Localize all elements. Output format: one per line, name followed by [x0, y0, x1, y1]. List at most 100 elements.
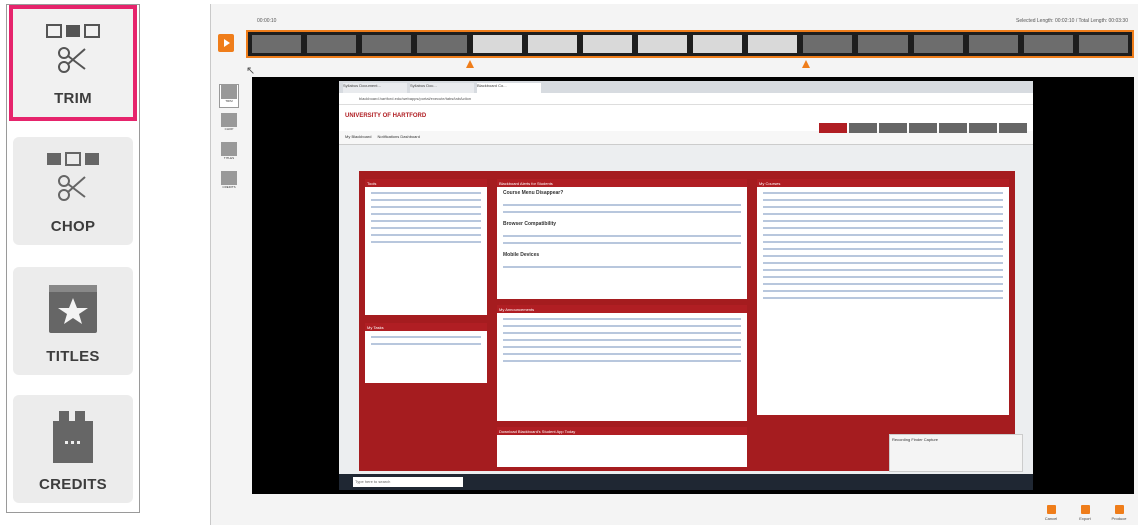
produce-button[interactable]: Produce [1108, 505, 1130, 521]
titles-label: TITLES [46, 348, 100, 365]
recording-popup: Recording Finder Capture [889, 434, 1023, 472]
editor-window: 00:00:10 Selected Length: 00:02:10 / Tot… [210, 4, 1138, 525]
mini-tool-label: CHOP [224, 127, 234, 131]
chop-label: CHOP [50, 218, 96, 235]
produce-icon [1114, 505, 1124, 514]
alerts-panel: Blackboard Alerts for Students Course Me… [497, 179, 747, 299]
nav-tab [999, 123, 1027, 133]
mini-tool-label: TITLES [223, 156, 235, 160]
nav-tab [879, 123, 907, 133]
popup-title: Recording Finder Capture [892, 437, 939, 442]
windows-taskbar: Type here to search [339, 474, 1033, 490]
scissors-icon [221, 85, 237, 99]
mini-chop-button[interactable]: CHOP [219, 113, 239, 137]
clip-start-time: 00:00:10 [257, 18, 277, 24]
film-strip-icon [221, 171, 237, 185]
frame-thumbnail [858, 35, 908, 53]
pointer-icon: ↖ [246, 65, 256, 77]
button-label: Produce [1111, 516, 1127, 521]
sub-nav: My Blackboard Notifications Dashboard [339, 131, 1033, 145]
trim-end-handle[interactable] [802, 60, 810, 68]
mini-credits-button[interactable]: CREDITS [219, 171, 239, 195]
nav-tab [909, 123, 937, 133]
panel-heading: Download Blackboard's Student App Today [497, 427, 747, 435]
scissors-icon [221, 113, 237, 127]
trim-label: TRIM [54, 90, 92, 107]
titles-button[interactable]: TITLES [13, 267, 133, 375]
frame-thumbnail [362, 35, 412, 53]
video-preview: Syllabus Document... Syllabus Doc... Bla… [252, 77, 1134, 494]
cancel-button[interactable]: Cancel [1040, 505, 1062, 521]
browser-tab: Syllabus Document... [343, 83, 407, 93]
university-logo: UNIVERSITY OF HARTFORD [345, 113, 427, 119]
subnav-item: Notifications Dashboard [377, 134, 420, 139]
panel-heading: Blackboard Alerts for Students [497, 179, 747, 187]
credits-button[interactable]: CREDITS [13, 395, 133, 503]
selection-length-info: Selected Length: 00:02:10 / Total Length… [1016, 18, 1128, 24]
taskbar-search: Type here to search [353, 477, 463, 487]
film-strip-icon [13, 407, 133, 469]
button-label: Cancel [1044, 516, 1058, 521]
alert-heading: Browser Compatibility [503, 221, 557, 227]
trim-button[interactable]: TRIM [13, 9, 133, 117]
frame-thumbnail [693, 35, 743, 53]
frame-thumbnail [1078, 35, 1128, 53]
filmstrip[interactable] [246, 30, 1134, 58]
frame-thumbnail [637, 35, 687, 53]
scissors-icon [13, 149, 133, 211]
mini-tool-label: TRIM [225, 99, 233, 103]
mini-titles-button[interactable]: TITLES [219, 142, 239, 166]
timeline [218, 29, 1136, 68]
credits-label: CREDITS [39, 476, 107, 493]
address-bar: blackboard.hartford.edu/webapps/portal/e… [339, 93, 1033, 105]
frame-thumbnail [582, 35, 632, 53]
scissors-icon [13, 21, 133, 83]
chop-button[interactable]: CHOP [13, 137, 133, 245]
star-clapper-icon [221, 142, 237, 156]
panel-heading: Tools [365, 179, 487, 187]
star-clapper-icon [13, 279, 133, 341]
frame-thumbnail [307, 35, 357, 53]
frame-thumbnail [803, 35, 853, 53]
trim-start-handle[interactable] [466, 60, 474, 68]
panel-heading: My Announcements [497, 305, 747, 313]
recorded-browser: Syllabus Document... Syllabus Doc... Bla… [339, 81, 1033, 490]
browser-tab: Blackboard Co... [477, 83, 541, 93]
frame-thumbnail [748, 35, 798, 53]
mini-tool-column: TRIM CHOP TITLES CREDITS [219, 84, 241, 200]
frame-thumbnail [252, 35, 302, 53]
tasks-panel: My Tasks [365, 323, 487, 383]
mini-trim-button[interactable]: TRIM [219, 84, 239, 108]
export-button[interactable]: Export [1074, 505, 1096, 521]
frame-thumbnail [527, 35, 577, 53]
alert-heading: Course Menu Disappear? [503, 190, 564, 196]
site-nav [819, 123, 1027, 133]
tool-panel: TRIM CHOP TITLES CREDITS [6, 4, 140, 513]
panel-heading: My Courses [757, 179, 1009, 187]
browser-tabs: Syllabus Document... Syllabus Doc... Bla… [339, 81, 1033, 93]
play-icon[interactable] [218, 34, 234, 52]
nav-tab [819, 123, 847, 133]
dashboard-content: Tools My Tasks Blackboard Alerts for Stu… [359, 171, 1015, 471]
frame-thumbnail [1023, 35, 1073, 53]
nav-tab [939, 123, 967, 133]
site-header: UNIVERSITY OF HARTFORD [339, 105, 1033, 133]
download-panel: Download Blackboard's Student App Today [497, 427, 747, 467]
export-icon [1080, 505, 1090, 514]
courses-panel: My Courses [757, 179, 1009, 415]
nav-tab [969, 123, 997, 133]
frame-thumbnail [417, 35, 467, 53]
nav-tab [849, 123, 877, 133]
frame-thumbnail [968, 35, 1018, 53]
subnav-item: My Blackboard [345, 134, 372, 139]
alert-heading: Mobile Devices [503, 252, 540, 258]
mini-tool-label: CREDITS [222, 185, 236, 189]
browser-tab: Syllabus Doc... [410, 83, 474, 93]
panel-heading: My Tasks [365, 323, 487, 331]
cancel-icon [1046, 505, 1056, 514]
frame-thumbnail [913, 35, 963, 53]
button-label: Export [1079, 516, 1091, 521]
frame-thumbnail [472, 35, 522, 53]
tools-panel: Tools [365, 179, 487, 315]
announcements-panel: My Announcements [497, 305, 747, 421]
